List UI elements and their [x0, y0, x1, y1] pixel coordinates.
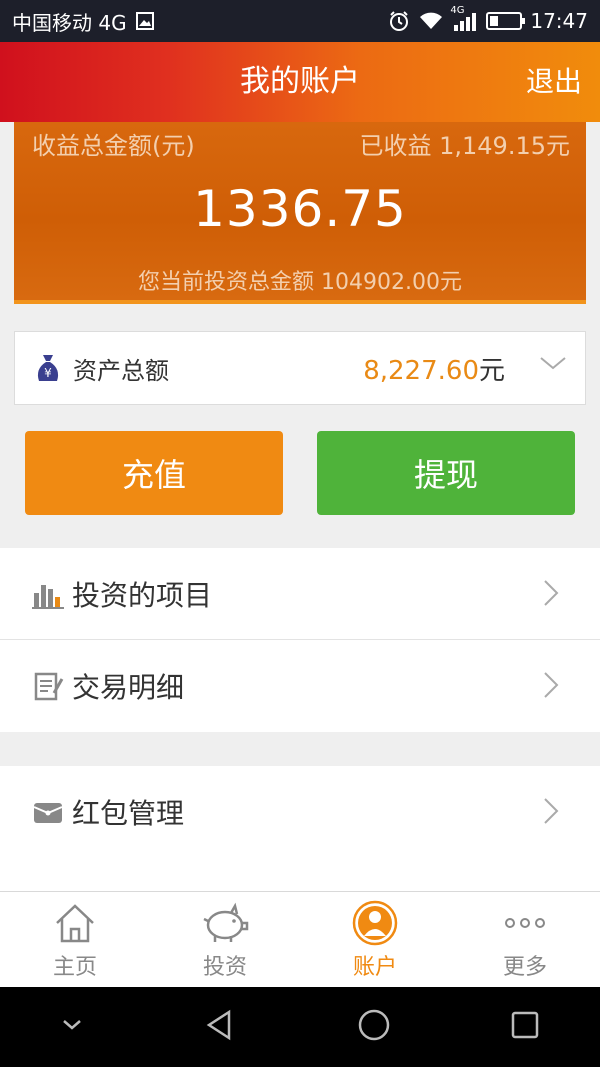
total-assets-value: 8,227.60: [363, 355, 479, 386]
chevron-right-icon: [542, 796, 560, 830]
hide-keyboard-icon[interactable]: [60, 1017, 84, 1037]
tab-home[interactable]: 主页: [0, 892, 150, 987]
clock-text: 17:47: [530, 9, 588, 33]
bottom-tab-bar: 主页 投资 账户 更多: [0, 891, 600, 987]
battery-icon: [486, 12, 526, 30]
system-navigation-bar: [0, 987, 600, 1067]
total-assets-row[interactable]: ¥ 资产总额 8,227.60元: [14, 331, 586, 405]
tab-invest[interactable]: 投资: [150, 892, 300, 987]
alarm-icon: [388, 10, 410, 32]
earnings-card: 收益总金额(元) 已收益 1,149.15元 1336.75 您当前投资总金额 …: [14, 122, 586, 304]
total-assets-label: 资产总额: [73, 356, 169, 385]
logout-button[interactable]: 退出: [526, 42, 582, 122]
recent-apps-icon[interactable]: [510, 1010, 540, 1044]
tab-label: 主页: [52, 954, 97, 980]
home-circle-icon[interactable]: [357, 1008, 391, 1046]
chevron-right-icon: [542, 578, 560, 612]
status-bar: 中国移动 4G 4G 17:47: [0, 0, 600, 42]
tab-account[interactable]: 账户: [300, 892, 450, 987]
tab-more[interactable]: 更多: [450, 892, 600, 987]
notepad-icon: [32, 671, 64, 701]
app-header: 我的账户 退出: [0, 42, 600, 122]
network-type-label: 4G: [450, 5, 465, 16]
withdraw-button[interactable]: 提现: [317, 431, 575, 515]
bar-chart-icon: [32, 579, 64, 609]
menu-group-2: 红包管理: [0, 766, 600, 891]
more-dots-icon: [501, 899, 549, 947]
menu-group-1: 投资的项目 交易明细: [0, 548, 600, 732]
piggy-bank-icon: [201, 899, 249, 947]
page-title: 我的账户: [240, 64, 360, 99]
list-item-label: 红包管理: [72, 797, 185, 830]
total-earnings-label: 收益总金额(元): [32, 132, 195, 160]
signal-icon: 4G: [450, 5, 478, 31]
investment-total-text: 您当前投资总金额 104902.00元: [138, 270, 462, 295]
image-notification-icon: [135, 11, 155, 31]
money-bag-icon: ¥: [31, 351, 65, 385]
list-item-label: 交易明细: [72, 671, 185, 704]
wifi-icon: [418, 11, 444, 31]
list-item-label: 投资的项目: [72, 578, 213, 612]
red-envelope-icon: [32, 797, 64, 827]
tab-label: 账户: [352, 954, 397, 980]
list-item-transactions[interactable]: 交易明细: [0, 640, 600, 732]
home-icon: [51, 899, 99, 947]
svg-text:¥: ¥: [44, 366, 52, 380]
tab-label: 投资: [202, 954, 247, 980]
back-icon[interactable]: [203, 1008, 237, 1046]
total-assets-unit: 元: [478, 355, 505, 386]
list-item-red-envelopes[interactable]: 红包管理: [0, 766, 600, 858]
chevron-right-icon: [542, 670, 560, 704]
tab-label: 更多: [502, 954, 547, 980]
recharge-button[interactable]: 充值: [25, 431, 283, 515]
carrier-text: 中国移动 4G: [12, 10, 127, 35]
list-item-invested-projects[interactable]: 投资的项目: [0, 548, 600, 640]
total-earnings-value: 1336.75: [193, 180, 407, 238]
user-icon: [351, 899, 399, 947]
chevron-down-icon[interactable]: [539, 354, 567, 378]
received-earnings-text: 已收益 1,149.15元: [359, 132, 570, 160]
total-assets-value-wrap: 8,227.60元: [363, 350, 505, 387]
